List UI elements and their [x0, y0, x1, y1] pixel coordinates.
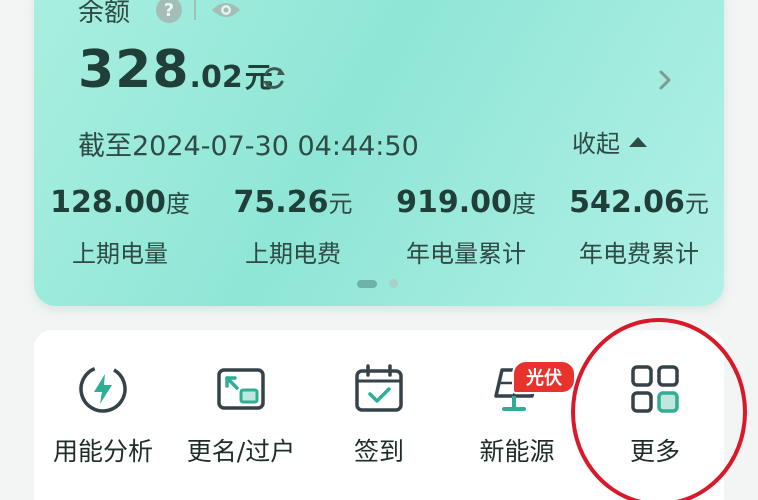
- service-checkin[interactable]: 签到: [310, 362, 448, 468]
- divider: [194, 0, 197, 20]
- eye-icon[interactable]: [210, 0, 242, 21]
- stat-last-period-usage[interactable]: 128.00度 上期电量: [30, 184, 210, 269]
- stat-unit: 元: [328, 190, 353, 218]
- stat-value: 128.00: [50, 185, 166, 220]
- help-icon[interactable]: ?: [156, 0, 183, 23]
- balance-label: 余额: [78, 0, 131, 28]
- lightning-icon: [79, 365, 127, 413]
- chevron-right-icon[interactable]: [656, 68, 674, 92]
- service-label: 签到: [353, 437, 404, 466]
- service-rename-transfer[interactable]: 更名/过户: [172, 362, 310, 468]
- balance-amount-decimal: .02: [189, 60, 243, 95]
- transfer-icon: [217, 368, 265, 410]
- stat-last-period-fee[interactable]: 75.26元 上期电费: [203, 184, 383, 269]
- stat-unit: 度: [511, 190, 536, 218]
- page-dot: [389, 279, 398, 288]
- stat-label: 年电量累计: [406, 240, 526, 268]
- refresh-icon[interactable]: [260, 64, 288, 92]
- stat-value: 542.06: [569, 185, 685, 220]
- as-of-timestamp: 截至2024-07-30 04:44:50: [78, 131, 419, 162]
- page-dot-active: [357, 279, 377, 288]
- service-label: 新能源: [479, 437, 555, 466]
- stat-unit: 元: [684, 190, 709, 218]
- stat-unit: 度: [165, 190, 190, 218]
- page-indicator[interactable]: [357, 279, 398, 288]
- balance-amount: 328 .02 元: [78, 40, 273, 100]
- highlight-ring-annotation: [571, 318, 747, 500]
- balance-amount-integer: 328: [78, 40, 190, 100]
- stat-label: 上期电费: [245, 240, 341, 268]
- stat-label: 年电费累计: [579, 240, 699, 268]
- caret-up-icon: [629, 136, 647, 147]
- service-label: 用能分析: [52, 437, 153, 466]
- balance-label-row: 余额 ?: [78, 0, 242, 28]
- photovoltaic-badge: 光伏: [512, 360, 576, 394]
- stat-value: 75.26: [233, 185, 329, 220]
- service-energy-analysis[interactable]: 用能分析: [34, 362, 172, 468]
- stat-value: 919.00: [396, 185, 512, 220]
- stat-annual-usage[interactable]: 919.00度 年电量累计: [376, 184, 556, 269]
- stat-annual-fee[interactable]: 542.06元 年电费累计: [549, 184, 729, 269]
- collapse-toggle[interactable]: 收起: [572, 124, 648, 159]
- stat-label: 上期电量: [72, 240, 168, 268]
- calendar-check-icon: [355, 364, 403, 412]
- collapse-label: 收起: [572, 130, 620, 158]
- service-label: 更名/过户: [186, 437, 296, 466]
